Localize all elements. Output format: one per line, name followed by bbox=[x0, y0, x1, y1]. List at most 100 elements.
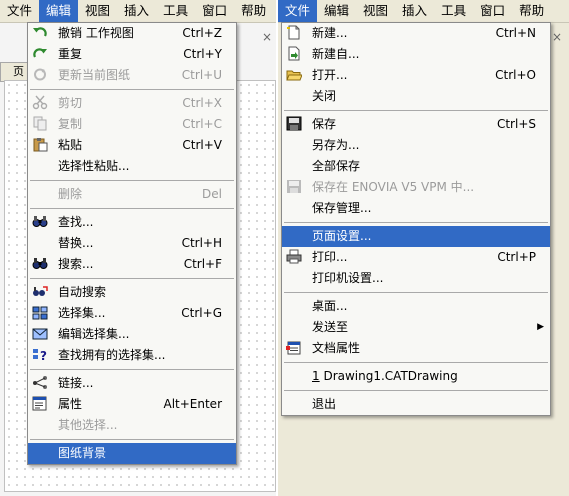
edit-menu-item-7[interactable]: 选择性粘贴... bbox=[28, 156, 236, 177]
file-menu-item-2[interactable]: 打开... Ctrl+O bbox=[282, 65, 550, 86]
links-icon bbox=[32, 375, 50, 392]
edit-menu-item-1[interactable]: 重复 Ctrl+Y bbox=[28, 44, 236, 65]
file-menu-item-17[interactable]: 文档属性 bbox=[282, 338, 550, 359]
edit-menu-item-24[interactable]: 图纸背景 bbox=[28, 443, 236, 464]
menu-item-label: 文档属性 bbox=[312, 341, 361, 355]
left-menubar-item-4[interactable]: 工具 bbox=[156, 0, 195, 22]
new-from-icon bbox=[286, 46, 304, 63]
left-menubar-item-1[interactable]: 编辑 bbox=[39, 0, 79, 22]
file-menu-item-3[interactable]: 关闭 bbox=[282, 86, 550, 107]
edit-menu-dropdown: 撤销 工作视图 Ctrl+Z 重复 Ctrl+Y 更新当前图纸 Ctrl+U 剪切 Ctrl+… bbox=[27, 22, 237, 465]
edit-menu-item-6[interactable]: 粘贴 Ctrl+V bbox=[28, 135, 236, 156]
edit-menu-item-13[interactable]: 搜索... Ctrl+F bbox=[28, 254, 236, 275]
menu-item-label: 属性 bbox=[58, 397, 83, 411]
file-menu-dropdown: 新建... Ctrl+N 新建自... 打开... Ctrl+O 关闭保存 Ctrl+S 另存… bbox=[281, 22, 551, 416]
edit-menu-item-17[interactable]: 编辑选择集... bbox=[28, 324, 236, 345]
menu-item-label: 复制 bbox=[58, 117, 83, 131]
menu-item-label: 替换... bbox=[58, 236, 94, 250]
file-menu-item-9[interactable]: 保存管理... bbox=[282, 198, 550, 219]
right-menubar-item-4[interactable]: 工具 bbox=[434, 0, 473, 22]
menu-item-label: 退出 bbox=[312, 397, 337, 411]
file-menu-item-0[interactable]: 新建... Ctrl+N bbox=[282, 23, 550, 44]
edit-menu-item-12[interactable]: 替换... Ctrl+H bbox=[28, 233, 236, 254]
edit-menu-item-9[interactable]: 删除 Del bbox=[28, 184, 236, 205]
svg-text:?: ? bbox=[40, 349, 47, 362]
edit-menu-item-11[interactable]: 查找... bbox=[28, 212, 236, 233]
menu-item-label: 选择集... bbox=[58, 306, 106, 320]
file-menu-item-15[interactable]: 桌面... bbox=[282, 296, 550, 317]
right-menu-bar: 文件 编辑 视图 插入 工具 窗口 帮助 bbox=[278, 0, 569, 23]
menu-item-shortcut: Ctrl+C bbox=[182, 117, 222, 131]
right-menubar-item-6[interactable]: 帮助 bbox=[512, 0, 551, 22]
search-icon bbox=[32, 256, 50, 273]
menu-separator bbox=[30, 278, 234, 279]
right-menubar-item-2[interactable]: 视图 bbox=[356, 0, 395, 22]
menu-item-label: 查找拥有的选择集... bbox=[58, 348, 166, 362]
menu-item-shortcut: Ctrl+Y bbox=[183, 47, 222, 61]
right-menubar-item-3[interactable]: 插入 bbox=[395, 0, 434, 22]
file-menu-item-11[interactable]: 页面设置... bbox=[282, 226, 550, 247]
redo-icon bbox=[32, 46, 50, 63]
auto-search-icon bbox=[32, 284, 50, 301]
menu-item-shortcut: Ctrl+N bbox=[495, 26, 536, 40]
edit-menu-item-2[interactable]: 更新当前图纸 Ctrl+U bbox=[28, 65, 236, 86]
print-icon bbox=[286, 249, 304, 266]
edit-menu-item-21[interactable]: 属性 Alt+Enter bbox=[28, 394, 236, 415]
menu-item-shortcut: Ctrl+P bbox=[497, 250, 536, 264]
edit-menu-item-5[interactable]: 复制 Ctrl+C bbox=[28, 114, 236, 135]
right-menubar-item-1[interactable]: 编辑 bbox=[317, 0, 356, 22]
right-menubar-item-5[interactable]: 窗口 bbox=[473, 0, 512, 22]
file-menu-item-8[interactable]: 保存在 ENOVIA V5 VPM 中... bbox=[282, 177, 550, 198]
menu-item-label: 自动搜索 bbox=[58, 285, 107, 299]
file-menu-item-1[interactable]: 新建自... bbox=[282, 44, 550, 65]
file-menu-item-19[interactable]: 1 Drawing1.CATDrawing bbox=[282, 366, 550, 387]
close-icon[interactable]: × bbox=[262, 30, 272, 44]
left-menubar-item-6[interactable]: 帮助 bbox=[234, 0, 273, 22]
menu-item-label: 搜索... bbox=[58, 257, 94, 271]
menu-item-label: 新建自... bbox=[312, 47, 360, 61]
menu-separator bbox=[284, 292, 548, 293]
copy-icon bbox=[32, 116, 50, 133]
right-menubar-item-0[interactable]: 文件 bbox=[278, 0, 318, 22]
menu-item-shortcut: Ctrl+V bbox=[182, 138, 222, 152]
edit-menu-item-0[interactable]: 撤销 工作视图 Ctrl+Z bbox=[28, 23, 236, 44]
paste-icon bbox=[32, 137, 50, 154]
menu-item-shortcut: Ctrl+F bbox=[183, 257, 222, 271]
edit-menu-item-15[interactable]: 自动搜索 bbox=[28, 282, 236, 303]
menu-item-label: 选择性粘贴... bbox=[58, 159, 130, 173]
file-menu-item-6[interactable]: 另存为... bbox=[282, 135, 550, 156]
file-menu-item-21[interactable]: 退出 bbox=[282, 394, 550, 415]
left-menubar-item-5[interactable]: 窗口 bbox=[195, 0, 234, 22]
menu-item-shortcut: Ctrl+Z bbox=[182, 26, 222, 40]
menu-item-label: 发送至 bbox=[312, 320, 349, 334]
left-menubar-item-3[interactable]: 插入 bbox=[117, 0, 156, 22]
left-menubar-item-2[interactable]: 视图 bbox=[78, 0, 117, 22]
close-icon[interactable]: × bbox=[552, 30, 562, 44]
find-owned-set-icon: ? bbox=[32, 347, 50, 364]
menu-separator bbox=[30, 180, 234, 181]
menu-item-label: 撤销 工作视图 bbox=[58, 26, 134, 40]
file-menu-item-12[interactable]: 打印... Ctrl+P bbox=[282, 247, 550, 268]
menu-separator bbox=[30, 439, 234, 440]
edit-selection-set-icon bbox=[32, 326, 50, 343]
file-menu-item-5[interactable]: 保存 Ctrl+S bbox=[282, 114, 550, 135]
menu-item-label: 打印机设置... bbox=[312, 271, 384, 285]
edit-menu-item-20[interactable]: 链接... bbox=[28, 373, 236, 394]
menu-item-label: 打印... bbox=[312, 250, 348, 264]
edit-menu-item-4[interactable]: 剪切 Ctrl+X bbox=[28, 93, 236, 114]
update-icon bbox=[32, 67, 50, 84]
menu-item-label: 粘贴 bbox=[58, 138, 83, 152]
file-menu-item-7[interactable]: 全部保存 bbox=[282, 156, 550, 177]
cut-icon bbox=[32, 95, 50, 112]
menu-item-shortcut: Ctrl+G bbox=[181, 306, 222, 320]
edit-menu-item-22[interactable]: 其他选择... bbox=[28, 415, 236, 436]
left-menubar-item-0[interactable]: 文件 bbox=[0, 0, 39, 22]
open-folder-icon bbox=[286, 67, 304, 84]
left-menu-bar: 文件 编辑 视图 插入 工具 窗口 帮助 bbox=[0, 0, 278, 23]
file-menu-item-16[interactable]: 发送至 ▶ bbox=[282, 317, 550, 338]
file-menu-item-13[interactable]: 打印机设置... bbox=[282, 268, 550, 289]
menu-item-label: 删除 bbox=[58, 187, 83, 201]
edit-menu-item-16[interactable]: 选择集... Ctrl+G bbox=[28, 303, 236, 324]
menu-item-label: 页面设置... bbox=[312, 229, 372, 243]
edit-menu-item-18[interactable]: ? 查找拥有的选择集... bbox=[28, 345, 236, 366]
